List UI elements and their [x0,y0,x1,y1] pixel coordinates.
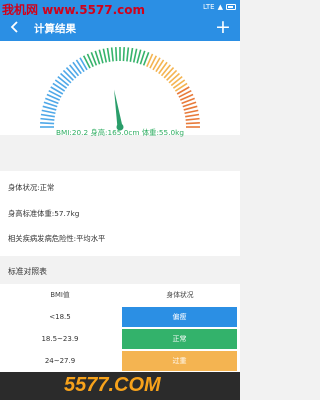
bmi-gauge-card [0,41,240,135]
page-title: 计算结果 [34,23,76,35]
gauge-tick [40,122,55,125]
status-badge: 过重 [122,351,237,371]
gauge-tick [40,117,55,121]
bmi-range: 24~27.9 [44,357,76,365]
bmi-gauge [40,47,200,131]
weight-value: 体重:55.0kg [141,128,185,137]
gauge-tick [163,67,175,79]
gauge-tick [110,47,114,62]
height-value: 身高:165.0cm [90,128,140,137]
status-badge: 正常 [122,329,237,349]
gauge-tick [41,109,56,115]
signal-icon: ▲ [217,3,223,11]
gauge-needle [114,89,123,128]
gauge-tick [98,49,104,64]
table-row: <18.5 偏瘦 [0,306,240,328]
gauge-tick [126,47,130,62]
gauge-tick [115,47,118,62]
app-bar: 计算结果 + [0,15,240,41]
gauge-tick [160,64,171,77]
gauge-tick [129,47,134,62]
gauge-tick [40,113,55,118]
result-info-card: 身体状况:正常 身高标准体重:57.7kg 相关疾病发病危险性:平均水平 [0,171,240,256]
table-title: 标准对照表 [8,267,47,276]
table-row: 24~27.9 过重 [0,350,240,372]
status-badge: 偏瘦 [122,307,237,327]
status-bar: 我机网 www.5577.com LTE ▲ [0,0,240,17]
gauge-tick [185,122,200,125]
gauge-tick [132,48,138,63]
gauge-tick [42,105,57,111]
bmi-range: 18.5~23.9 [41,335,79,343]
bmi-value: BMI:20.2 [55,128,89,137]
bottom-watermark: 5577.COM [0,372,240,400]
gauge-tick [69,64,80,77]
bmi-stats: BMI:20.2 身高:165.0cm 体重:55.0kg [0,128,240,138]
battery-icon [226,4,236,10]
gauge-tick [102,48,108,63]
header-bmi: BMI值 [50,291,70,299]
header-status: 身体状况 [166,291,194,299]
gauge-tick [122,47,125,62]
gauge-tick [106,47,111,62]
body-status-text: 身体状况:正常 [8,183,55,192]
bmi-range: <18.5 [49,313,71,321]
gauge-tick [183,105,198,111]
gauge-tick [170,76,183,87]
gauge-tick [60,72,72,84]
bmi-reference-table: BMI值 身体状况 <18.5 偏瘦 18.5~23.9 正常 24~27.9 … [0,284,240,372]
gauge-tick [185,113,200,118]
disease-risk-text: 相关疾病发病危险性:平均水平 [8,234,106,243]
table-row: 18.5~23.9 正常 [0,328,240,350]
gauge-tick [168,72,180,84]
table-header: BMI值 身体状况 [0,284,240,306]
status-indicators: LTE ▲ [203,3,236,11]
gauge-tick [185,117,200,121]
gauge-tick [166,69,178,81]
network-label: LTE [202,3,215,11]
gauge-tick [184,109,199,115]
watermark-logo: 5577.COM [64,374,161,396]
gauge-tick [65,67,77,79]
gauge-tick [57,76,70,87]
standard-weight-text: 身高标准体重:57.7kg [8,209,80,218]
gauge-tick [136,49,142,64]
plus-icon[interactable]: + [214,18,232,37]
gauge-tick [62,69,74,81]
back-arrow-icon[interactable] [8,20,24,36]
